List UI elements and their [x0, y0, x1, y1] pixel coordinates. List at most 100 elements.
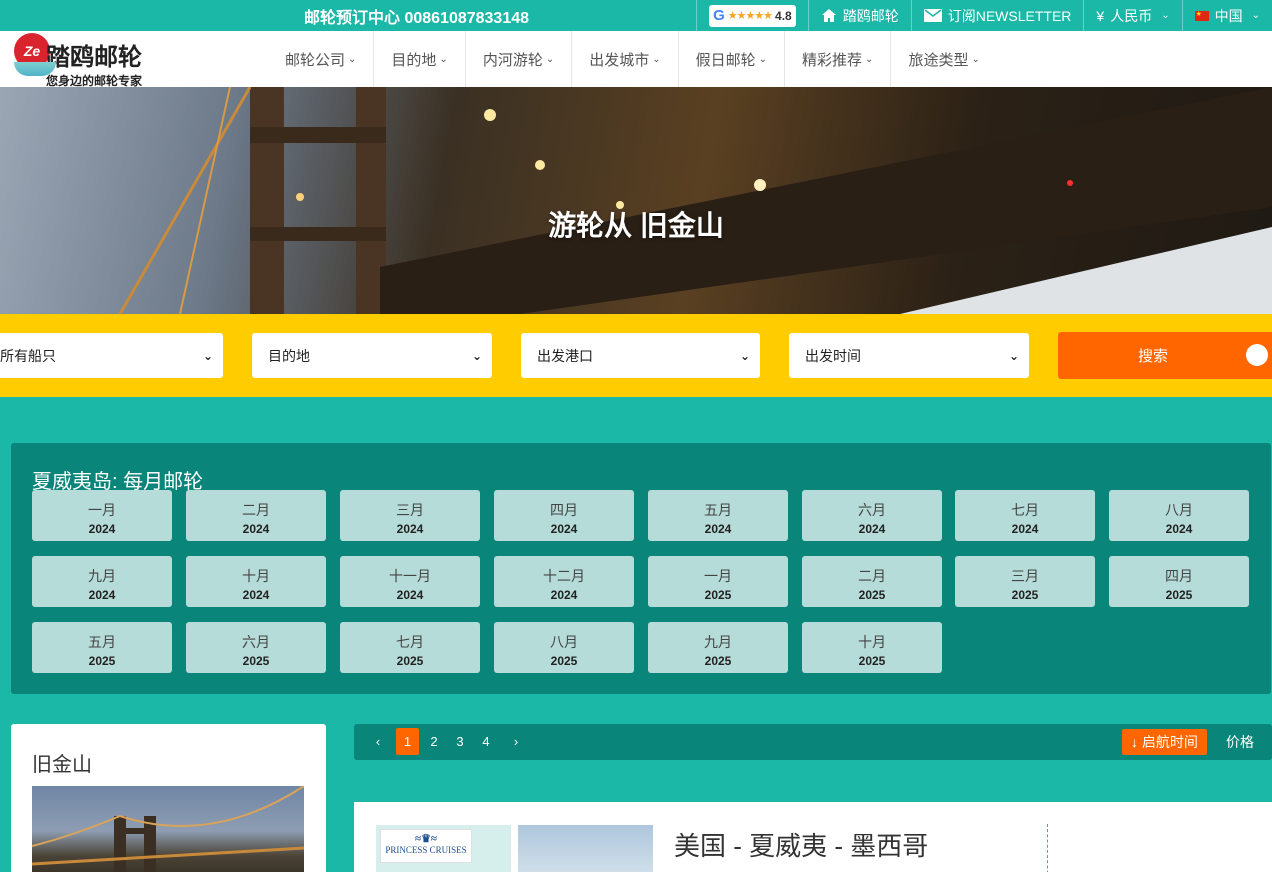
search-button[interactable]: 搜索 [1058, 332, 1272, 379]
menu-departure-cities[interactable]: 出发城市 ⌄ [572, 31, 679, 87]
page-4[interactable]: 4 [478, 728, 494, 755]
month-button[interactable]: 七月 2025 [340, 622, 480, 673]
country-selector[interactable]: 中国 ⌄ [1181, 0, 1272, 31]
date-select-value: 出发时间 [805, 347, 861, 364]
month-label: 七月 [1011, 502, 1039, 518]
month-button[interactable]: 八月 2025 [494, 622, 634, 673]
year-label: 2025 [550, 654, 578, 668]
month-button[interactable]: 十月 2024 [186, 556, 326, 607]
next-page-icon[interactable]: › [506, 728, 526, 755]
chevron-down-icon: ⌄ [971, 53, 980, 65]
month-button[interactable]: 一月 2025 [648, 556, 788, 607]
month-button[interactable]: 十一月 2024 [340, 556, 480, 607]
prev-page-icon[interactable]: ‹ [368, 728, 388, 755]
month-button[interactable]: 十二月 2024 [494, 556, 634, 607]
month-button[interactable]: 三月 2025 [955, 556, 1095, 607]
year-label: 2024 [242, 522, 270, 536]
month-label: 六月 [242, 634, 270, 650]
month-button[interactable]: 六月 2024 [802, 490, 942, 541]
month-button[interactable]: 四月 2024 [494, 490, 634, 541]
month-button[interactable]: 一月 2024 [32, 490, 172, 541]
year-label: 2024 [396, 522, 424, 536]
currency-selector[interactable]: ¥ 人民币 ⌄ [1083, 0, 1181, 31]
menu-holiday-cruises[interactable]: 假日邮轮 ⌄ [679, 31, 786, 87]
month-button[interactable]: 八月 2024 [1109, 490, 1249, 541]
menu-destinations[interactable]: 目的地 ⌄ [374, 31, 466, 87]
month-label: 九月 [88, 568, 116, 584]
month-button[interactable]: 二月 2024 [186, 490, 326, 541]
month-button[interactable]: 二月 2025 [802, 556, 942, 607]
year-label: 2025 [1011, 588, 1039, 602]
month-button[interactable]: 六月 2025 [186, 622, 326, 673]
card-divider [1047, 824, 1048, 872]
month-button[interactable]: 五月 2024 [648, 490, 788, 541]
destination-select-value: 目的地 [268, 347, 310, 364]
chevron-down-icon: ⌄ [545, 53, 555, 65]
city-title: 旧金山 [32, 754, 92, 776]
year-label: 2025 [858, 588, 886, 602]
menu-trip-types[interactable]: 旅途类型 ⌄ [891, 31, 996, 87]
home-link-label: 踏鸥邮轮 [842, 7, 899, 24]
logo-title: 踏鸥邮轮 [46, 44, 142, 71]
page-2[interactable]: 2 [426, 728, 442, 755]
sort-by-date-button[interactable]: ↓ 启航时间 [1122, 729, 1207, 755]
booking-phone[interactable]: 邮轮预订中心 00861087833148 [304, 4, 529, 28]
month-label: 五月 [704, 502, 732, 518]
month-button[interactable]: 七月 2024 [955, 490, 1095, 541]
cruise-title[interactable]: 美国 - 夏威夷 - 墨西哥 [674, 826, 928, 863]
year-label: 2024 [88, 588, 116, 602]
mail-icon [923, 9, 942, 22]
site-logo[interactable]: Ze 踏鸥邮轮 您身边的邮轮专家 [12, 4, 162, 92]
year-label: 2024 [88, 522, 116, 536]
city-card: 旧金山 [11, 724, 326, 872]
year-label: 2024 [858, 522, 886, 536]
month-button[interactable]: 四月 2025 [1109, 556, 1249, 607]
month-button[interactable]: 九月 2024 [32, 556, 172, 607]
ship-select-value: 所有船只 [0, 347, 56, 364]
hero-title: 游轮从 旧金山 [548, 210, 724, 241]
year-label: 2024 [550, 522, 578, 536]
princess-cruises-logo: ≈♛≈ PRINCESS CRUISES [380, 829, 472, 863]
currency-label: 人民币 [1110, 7, 1153, 24]
month-label: 五月 [88, 634, 116, 650]
month-button[interactable]: 五月 2025 [32, 622, 172, 673]
month-label: 四月 [1165, 568, 1193, 584]
month-label: 四月 [550, 502, 578, 518]
newsletter-label: 订阅NEWSLETTER [947, 7, 1072, 24]
month-label: 七月 [396, 634, 424, 650]
chevron-down-icon: ⌄ [348, 53, 357, 65]
menu-featured[interactable]: 精彩推荐 ⌄ [785, 31, 892, 87]
sort-by-price-button[interactable]: 价格 [1226, 729, 1254, 755]
home-link[interactable]: 踏鸥邮轮 [807, 0, 911, 31]
month-label: 一月 [704, 568, 732, 584]
menu-cruise-lines[interactable]: 邮轮公司 ⌄ [268, 31, 375, 87]
month-label: 二月 [242, 502, 270, 518]
port-select[interactable]: 出发港口 ⌄ [521, 333, 760, 378]
yen-icon: ¥ [1096, 7, 1105, 24]
monthly-cruises-panel: 夏威夷岛: 每月邮轮 一月 2024 二月 2024 三月 2024 四月 2024 五月 202… [11, 443, 1271, 694]
month-button[interactable]: 十月 2025 [802, 622, 942, 673]
page-3[interactable]: 3 [452, 728, 468, 755]
month-label: 八月 [550, 634, 578, 650]
top-nav: G ★★★★★ 4.8 踏鸥邮轮 订阅NEWSLETTER ¥ 人民币 ⌄ 中国… [696, 0, 1272, 31]
destination-select[interactable]: 目的地 ⌄ [252, 333, 492, 378]
newsletter-link[interactable]: 订阅NEWSLETTER [910, 0, 1084, 31]
month-label: 三月 [1011, 568, 1039, 584]
chevron-down-icon: ⌄ [739, 348, 750, 363]
home-icon [821, 9, 836, 22]
month-label: 十二月 [543, 568, 585, 584]
chevron-down-icon: ⌄ [1161, 10, 1170, 21]
chevron-down-icon: ⌄ [1008, 348, 1019, 363]
month-label: 八月 [1165, 502, 1193, 518]
page-1[interactable]: 1 [396, 728, 419, 755]
results-toolbar: ‹ 1 2 3 4 › ↓ 启航时间 价格 [354, 724, 1272, 760]
cruise-result-card[interactable]: ≈♛≈ PRINCESS CRUISES 美国 - 夏威夷 - 墨西哥 [354, 802, 1272, 872]
menu-river-cruises[interactable]: 内河游轮 ⌄ [466, 31, 573, 87]
date-select[interactable]: 出发时间 ⌄ [789, 333, 1029, 378]
month-button[interactable]: 九月 2025 [648, 622, 788, 673]
ship-select[interactable]: 所有船只 ⌄ [0, 333, 223, 378]
month-button[interactable]: 三月 2024 [340, 490, 480, 541]
google-rating[interactable]: G ★★★★★ 4.8 [696, 0, 808, 31]
port-select-value: 出发港口 [537, 347, 593, 364]
month-label: 二月 [858, 568, 886, 584]
